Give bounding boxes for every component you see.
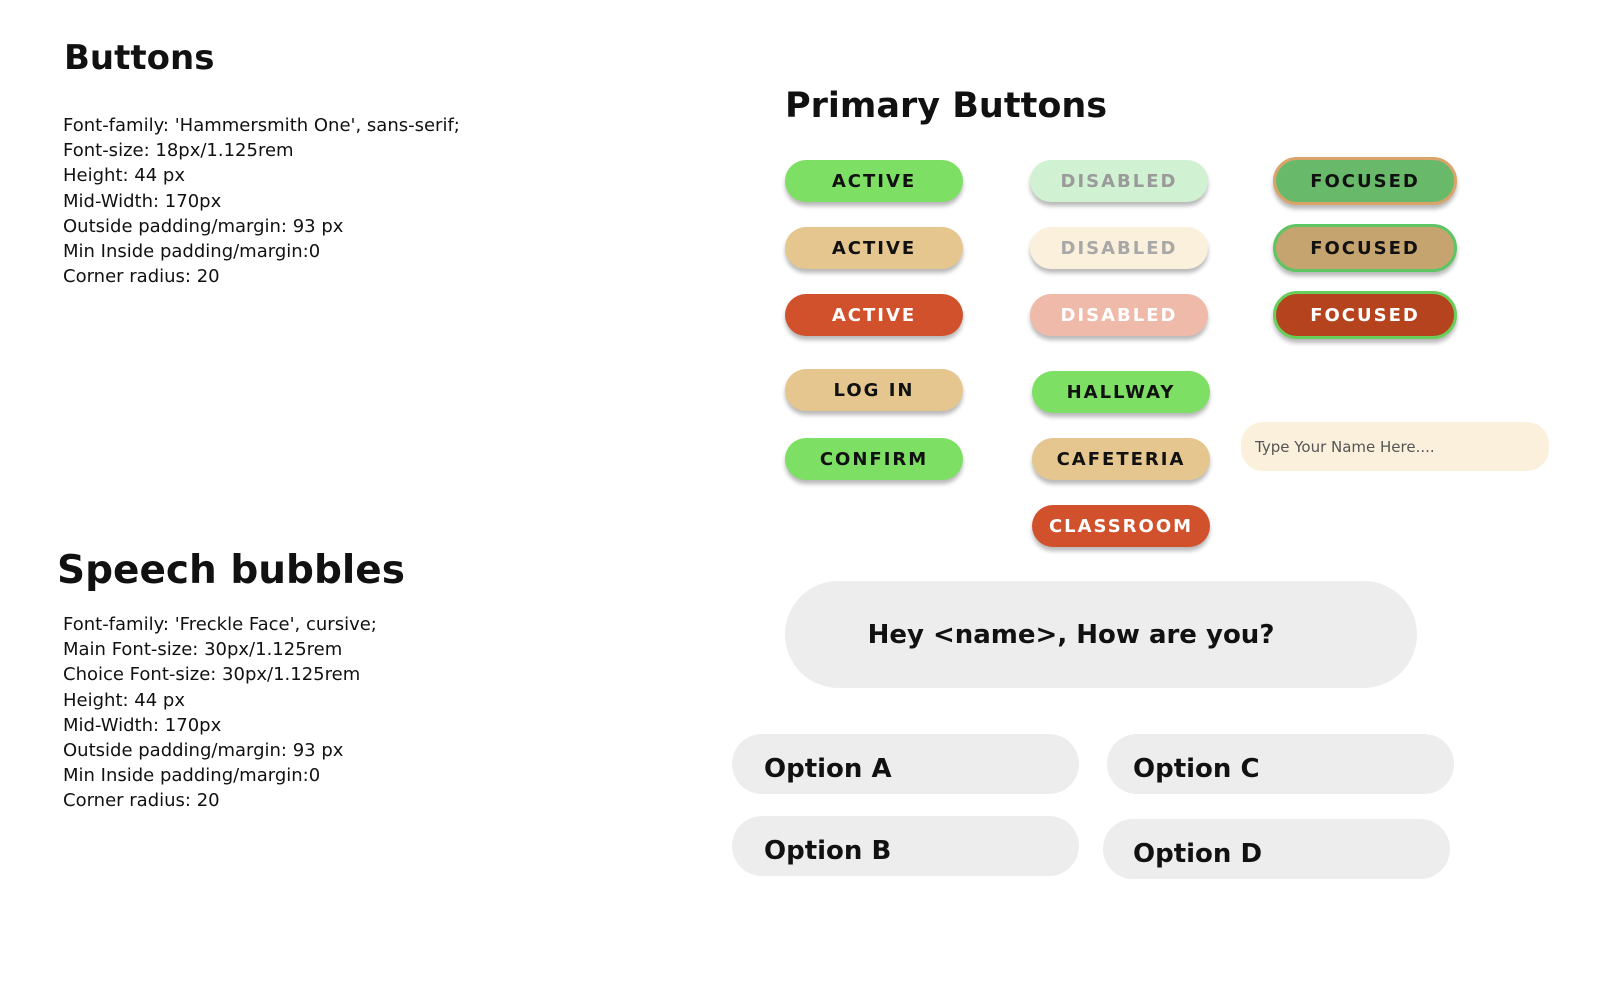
speech-spec-main-font-size: Main Font-size: 30px/1.125rem — [63, 639, 343, 661]
speech-spec-mid-width: Mid-Width: 170px — [63, 714, 222, 736]
main-speech-bubble: Hey <name>, How are you? — [785, 581, 1417, 688]
buttons-heading: Buttons — [64, 38, 215, 78]
speech-bubbles-heading: Speech bubbles — [57, 548, 405, 593]
buttons-spec-height: Height: 44 px — [63, 165, 185, 187]
speech-spec-corner-radius: Corner radius: 20 — [63, 790, 220, 812]
log-in-button[interactable]: LOG IN — [785, 369, 963, 411]
speech-spec-inside-padding: Min Inside padding/margin:0 — [63, 765, 321, 787]
option-a-bubble[interactable]: Option A — [732, 734, 1079, 794]
speech-spec-height: Height: 44 px — [63, 689, 185, 711]
confirm-button[interactable]: CONFIRM — [785, 438, 963, 480]
disabled-green-button: DISABLED — [1030, 160, 1208, 202]
buttons-spec-inside-padding: Min Inside padding/margin:0 — [63, 240, 321, 262]
speech-spec-font-family: Font-family: 'Freckle Face', cursive; — [63, 614, 377, 635]
focused-tan-button[interactable]: FOCUSED — [1273, 224, 1457, 272]
buttons-spec-corner-radius: Corner radius: 20 — [63, 266, 220, 288]
option-d-bubble[interactable]: Option D — [1103, 819, 1450, 879]
focused-red-button[interactable]: FOCUSED — [1273, 291, 1457, 339]
primary-buttons-heading: Primary Buttons — [785, 86, 1108, 126]
cafeteria-button[interactable]: CAFETERIA — [1032, 438, 1210, 480]
buttons-spec-font-size: Font-size: 18px/1.125rem — [63, 140, 294, 162]
disabled-tan-button: DISABLED — [1030, 227, 1208, 269]
disabled-red-button: DISABLED — [1030, 294, 1208, 336]
active-green-button[interactable]: ACTIVE — [785, 160, 963, 202]
name-input[interactable] — [1241, 422, 1549, 471]
option-b-bubble[interactable]: Option B — [732, 816, 1079, 876]
classroom-button[interactable]: CLASSROOM — [1032, 505, 1210, 547]
buttons-spec-mid-width: Mid-Width: 170px — [63, 190, 222, 212]
speech-spec-choice-font-size: Choice Font-size: 30px/1.125rem — [63, 664, 361, 686]
option-c-bubble[interactable]: Option C — [1107, 734, 1454, 794]
buttons-spec-font-family: Font-family: 'Hammersmith One', sans-ser… — [63, 115, 460, 136]
focused-green-button[interactable]: FOCUSED — [1273, 157, 1457, 205]
hallway-button[interactable]: HALLWAY — [1032, 371, 1210, 413]
speech-spec-list: Font-family: 'Freckle Face', cursive; Ma… — [63, 612, 377, 814]
buttons-spec-list: Font-family: 'Hammersmith One', sans-ser… — [63, 113, 460, 289]
speech-spec-outside-padding: Outside padding/margin: 93 px — [63, 739, 344, 761]
active-tan-button[interactable]: ACTIVE — [785, 227, 963, 269]
buttons-spec-outside-padding: Outside padding/margin: 93 px — [63, 215, 344, 237]
active-red-button[interactable]: ACTIVE — [785, 294, 963, 336]
